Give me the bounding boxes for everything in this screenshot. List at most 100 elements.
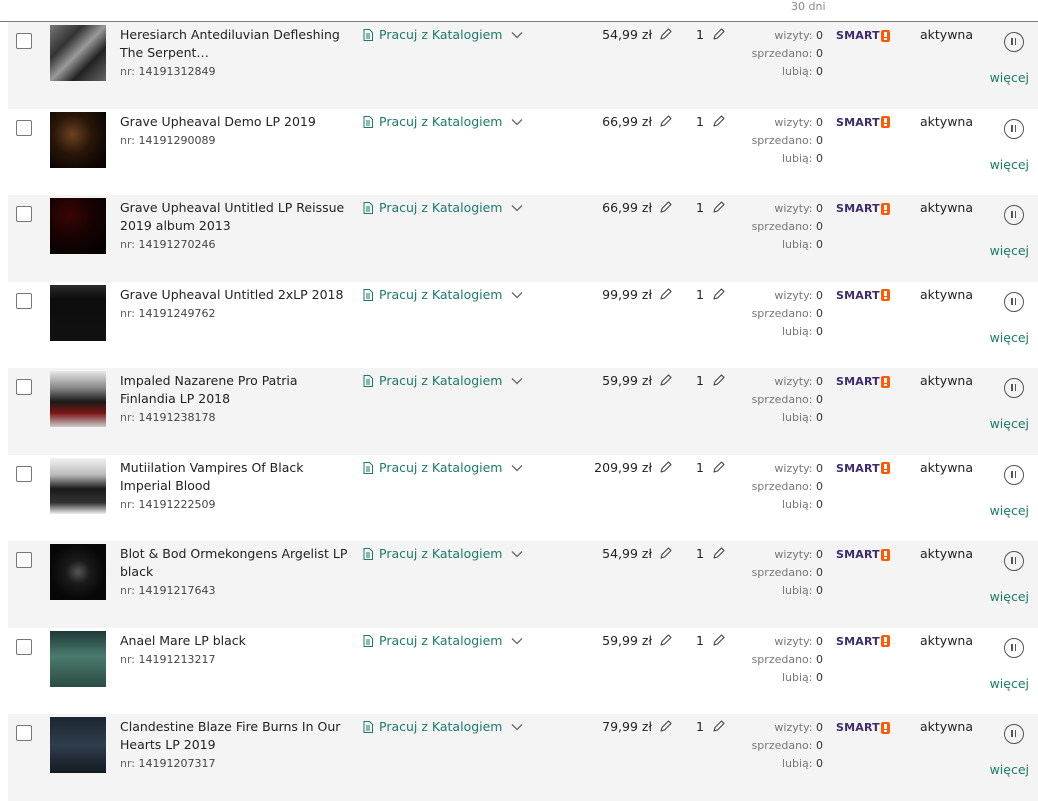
chevron-down-icon (511, 637, 522, 644)
offer-title-link[interactable]: Grave Upheaval Untitled LP Reissue 2019 … (120, 200, 344, 233)
pause-icon[interactable] (1004, 205, 1024, 225)
edit-quantity-pencil-icon[interactable] (712, 460, 725, 474)
more-link[interactable]: więcej (990, 676, 1029, 691)
product-thumbnail[interactable] (50, 717, 106, 773)
sold-value: 0 (816, 306, 823, 320)
quantity: 1 (696, 27, 704, 42)
product-thumbnail[interactable] (50, 630, 106, 687)
edit-price-pencil-icon[interactable] (659, 114, 672, 128)
catalog-dropdown[interactable]: Pracuj z Katalogiem (363, 26, 523, 44)
sold-value: 0 (816, 393, 823, 406)
offer-number: nr: 14191207317 (120, 757, 216, 770)
edit-quantity-pencil-icon[interactable] (712, 114, 725, 128)
document-icon (363, 202, 373, 214)
edit-quantity-pencil-icon[interactable] (712, 28, 725, 41)
table-row: Grave Upheaval Untitled 2xLP 2018 nr: 14… (0, 282, 1038, 369)
liked-value: 0 (816, 411, 823, 424)
edit-price-pencil-icon[interactable] (659, 287, 672, 301)
pause-icon[interactable] (1004, 291, 1024, 312)
product-thumbnail[interactable] (50, 25, 106, 81)
pause-icon[interactable] (1004, 464, 1024, 485)
catalog-dropdown[interactable]: Pracuj z Katalogiem (363, 286, 523, 304)
sold-value: 0 (816, 566, 823, 579)
smart-bolt-icon (880, 289, 890, 301)
more-link[interactable]: więcej (990, 762, 1029, 777)
product-thumbnail[interactable] (50, 111, 106, 168)
smart-bolt-icon (880, 29, 890, 42)
edit-price-pencil-icon[interactable] (659, 374, 672, 387)
edit-quantity-pencil-icon[interactable] (712, 201, 725, 214)
table-row: Grave Upheaval Untitled LP Reissue 2019 … (0, 195, 1038, 282)
catalog-dropdown[interactable]: Pracuj z Katalogiem (363, 545, 523, 563)
chevron-down-icon (511, 32, 522, 39)
catalog-dropdown[interactable]: Pracuj z Katalogiem (363, 718, 523, 736)
edit-price-pencil-icon[interactable] (659, 201, 672, 214)
more-link[interactable]: więcej (990, 416, 1029, 431)
row-checkbox[interactable] (16, 206, 32, 222)
product-thumbnail[interactable] (50, 457, 106, 514)
edit-price-pencil-icon[interactable] (659, 633, 672, 647)
edit-quantity-pencil-icon[interactable] (712, 633, 725, 647)
price: 209,99 zł (594, 459, 652, 475)
row-checkbox[interactable] (16, 465, 32, 482)
catalog-dropdown[interactable]: Pracuj z Katalogiem (363, 199, 523, 217)
smart-badge: SMART (836, 462, 890, 475)
row-checkbox[interactable] (16, 552, 32, 568)
offer-list: Heresiarch Antediluvian Defleshing The S… (0, 22, 1038, 801)
more-link[interactable]: więcej (990, 330, 1029, 345)
offer-stats: wizyty: 0 sprzedano: 0 lubią: 0 (751, 548, 823, 597)
edit-quantity-pencil-icon[interactable] (712, 547, 725, 560)
product-thumbnail[interactable] (50, 544, 106, 600)
more-link[interactable]: więcej (990, 70, 1029, 85)
row-checkbox[interactable] (16, 292, 32, 309)
smart-badge: SMART (836, 202, 890, 215)
offer-title-link[interactable]: Blot & Bod Ormekongens Argelist LP black (120, 546, 347, 579)
offer-number: nr: 14191222509 (120, 497, 216, 511)
quantity: 1 (696, 719, 704, 734)
chevron-down-icon (511, 118, 522, 125)
liked-value: 0 (816, 584, 823, 597)
offer-title-link[interactable]: Grave Upheaval Demo LP 2019 (120, 114, 316, 129)
product-thumbnail[interactable] (50, 371, 106, 427)
offer-title-link[interactable]: Clandestine Blaze Fire Burns In Our Hear… (120, 719, 340, 752)
smart-bolt-icon (880, 635, 890, 647)
row-checkbox[interactable] (16, 725, 32, 741)
edit-price-pencil-icon[interactable] (659, 720, 672, 733)
table-row: Impaled Nazarene Pro Patria Finlandia LP… (0, 368, 1038, 455)
row-checkbox[interactable] (16, 33, 32, 49)
product-thumbnail[interactable] (50, 198, 106, 254)
status-label: aktywna (920, 286, 974, 302)
pause-icon[interactable] (1004, 32, 1024, 52)
row-checkbox[interactable] (16, 379, 32, 395)
edit-price-pencil-icon[interactable] (659, 28, 672, 41)
catalog-dropdown[interactable]: Pracuj z Katalogiem (363, 459, 523, 477)
catalog-dropdown[interactable]: Pracuj z Katalogiem (363, 632, 523, 650)
more-link[interactable]: więcej (990, 243, 1029, 258)
edit-quantity-pencil-icon[interactable] (712, 287, 725, 301)
more-link[interactable]: więcej (990, 157, 1029, 172)
price: 66,99 zł (602, 200, 652, 215)
edit-price-pencil-icon[interactable] (659, 460, 672, 474)
row-checkbox[interactable] (16, 119, 32, 136)
quantity: 1 (696, 459, 704, 475)
catalog-dropdown[interactable]: Pracuj z Katalogiem (363, 372, 523, 390)
pause-icon[interactable] (1004, 637, 1024, 658)
edit-quantity-pencil-icon[interactable] (712, 374, 725, 387)
offer-title-link[interactable]: Heresiarch Antediluvian Defleshing The S… (120, 27, 340, 60)
more-link[interactable]: więcej (990, 503, 1029, 518)
edit-price-pencil-icon[interactable] (659, 547, 672, 560)
row-checkbox[interactable] (16, 638, 32, 655)
pause-icon[interactable] (1004, 378, 1024, 398)
offer-title-link[interactable]: Grave Upheaval Untitled 2xLP 2018 (120, 287, 343, 302)
offer-number: nr: 14191270246 (120, 238, 216, 251)
pause-icon[interactable] (1004, 724, 1024, 744)
more-link[interactable]: więcej (990, 589, 1029, 604)
offer-title-link[interactable]: Anael Mare LP black (120, 633, 246, 648)
catalog-dropdown[interactable]: Pracuj z Katalogiem (363, 113, 523, 131)
pause-icon[interactable] (1004, 118, 1024, 139)
offer-title-link[interactable]: Impaled Nazarene Pro Patria Finlandia LP… (120, 373, 298, 406)
product-thumbnail[interactable] (50, 284, 106, 341)
edit-quantity-pencil-icon[interactable] (712, 720, 725, 733)
pause-icon[interactable] (1004, 551, 1024, 571)
offer-title-link[interactable]: Mutiilation Vampires Of Black Imperial B… (120, 460, 304, 493)
